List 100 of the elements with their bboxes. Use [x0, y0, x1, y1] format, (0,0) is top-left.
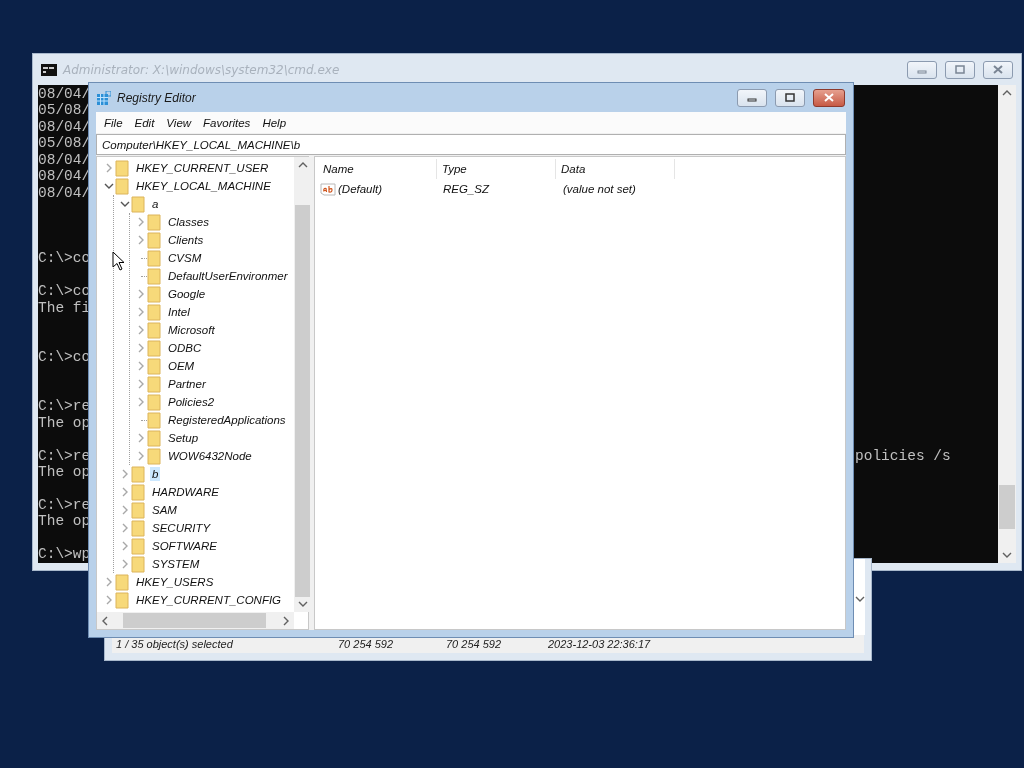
tree-item[interactable]: Setup: [166, 431, 201, 445]
folder-icon: [147, 231, 161, 249]
tree-item[interactable]: HARDWARE: [150, 485, 221, 499]
tree-item[interactable]: SOFTWARE: [150, 539, 219, 553]
folder-icon: [131, 555, 145, 573]
folder-icon: [115, 573, 129, 591]
scroll-down-icon[interactable]: [297, 600, 308, 608]
console-line: 08/04/: [38, 184, 91, 202]
console-line: C:\>re: [38, 496, 91, 514]
folder-icon: [147, 411, 161, 429]
status-text: 70 254 592: [337, 638, 395, 650]
tree-item[interactable]: a: [150, 197, 161, 211]
scrollbar-thumb[interactable]: [999, 485, 1015, 529]
scroll-right-icon[interactable]: [282, 615, 290, 626]
window-title: Registry Editor: [117, 90, 196, 105]
close-button[interactable]: [983, 60, 1013, 79]
folder-icon: [131, 483, 145, 501]
tree-item[interactable]: Microsoft: [166, 323, 217, 337]
console-app-icon: [41, 63, 57, 76]
folder-icon: [131, 519, 145, 537]
folder-icon: [115, 591, 129, 609]
menu-item[interactable]: File: [98, 116, 129, 129]
close-button[interactable]: [813, 88, 845, 107]
folder-icon: [147, 303, 161, 321]
menu-item[interactable]: Edit: [128, 116, 161, 129]
folder-icon: [131, 465, 145, 483]
tree-item[interactable]: CVSM: [166, 251, 204, 265]
column-header[interactable]: Data: [556, 159, 675, 179]
close-icon: [993, 65, 1003, 74]
mouse-pointer-icon: [112, 251, 124, 271]
console-line: C:\>re: [38, 447, 91, 464]
console-line: C:\>re: [38, 398, 91, 415]
tree-item[interactable]: Policies2: [166, 395, 217, 409]
status-text: 1 / 35 object(s) selected: [115, 638, 234, 650]
folder-icon: [147, 321, 161, 339]
minimize-button[interactable]: [737, 88, 767, 107]
menu-item[interactable]: View: [160, 116, 198, 129]
folder-icon: [147, 213, 161, 231]
console-line: 08/04/: [38, 118, 91, 136]
scrollbar-thumb[interactable]: [295, 205, 310, 597]
folder-icon: [131, 195, 145, 213]
tree-item[interactable]: HKEY_CURRENT_USER: [134, 161, 271, 175]
scrollbar[interactable]: [97, 612, 294, 629]
expand-icon[interactable]: [105, 163, 113, 173]
folder-icon: [147, 393, 161, 411]
tree-item[interactable]: OEM: [166, 359, 197, 373]
column-header[interactable]: Type: [437, 159, 556, 179]
scroll-up-icon[interactable]: [1002, 89, 1012, 97]
maximize-button[interactable]: [945, 60, 975, 79]
tree-item[interactable]: ODBC: [166, 341, 204, 355]
column-header[interactable]: Name: [318, 159, 437, 179]
console-line: 05/08/: [38, 135, 91, 152]
tree-item[interactable]: HKEY_LOCAL_MACHINE: [134, 179, 273, 193]
tree-item[interactable]: Intel: [166, 305, 192, 319]
tree-item[interactable]: b: [150, 467, 161, 481]
tree-item[interactable]: DefaultUserEnvironmer: [166, 269, 290, 283]
scrollbar[interactable]: [294, 157, 311, 612]
folder-icon: [147, 357, 161, 375]
status-text: 2023-12-03 22:36:17: [547, 638, 652, 650]
folder-icon: [131, 537, 145, 555]
address-field[interactable]: Computer\HKEY_LOCAL_MACHINE\b: [96, 134, 846, 155]
folder-icon: [115, 177, 129, 195]
status-text: 70 254 592: [445, 638, 503, 650]
value-type: REG_SZ: [443, 183, 489, 195]
menu-item[interactable]: Favorites: [197, 116, 257, 129]
scroll-up-icon[interactable]: [297, 161, 308, 169]
close-icon: [824, 93, 834, 102]
scroll-left-icon[interactable]: [101, 615, 109, 626]
maximize-icon: [955, 65, 965, 74]
folder-icon: [115, 159, 129, 177]
tree-item[interactable]: Partner: [166, 377, 208, 391]
tree-item[interactable]: SECURITY: [150, 521, 213, 535]
console-line: 08/04/: [38, 86, 91, 103]
tree-item[interactable]: Classes: [166, 215, 211, 229]
registry-app-icon: [97, 90, 111, 105]
folder-icon: [147, 375, 161, 393]
folder-icon: [147, 249, 161, 267]
scroll-down-icon[interactable]: [1002, 551, 1012, 559]
tree-item[interactable]: HKEY_CURRENT_CONFIG: [134, 593, 284, 607]
scrollbar-thumb[interactable]: [123, 613, 266, 628]
minimize-button[interactable]: [907, 60, 937, 79]
folder-icon: [147, 285, 161, 303]
tree-item[interactable]: SAM: [150, 503, 179, 517]
tree-item[interactable]: RegisteredApplications: [166, 413, 288, 427]
maximize-icon: [785, 93, 795, 102]
scroll-down-icon[interactable]: [855, 595, 865, 603]
console-line: 05/08/: [38, 102, 91, 119]
scrollbar[interactable]: [998, 85, 1016, 563]
tree-item[interactable]: Clients: [166, 233, 206, 247]
maximize-button[interactable]: [775, 88, 805, 107]
folder-icon: [147, 339, 161, 357]
tree-item[interactable]: SYSTEM: [150, 557, 202, 571]
tree-item[interactable]: Google: [166, 287, 208, 301]
tree-item[interactable]: HKEY_USERS: [134, 575, 216, 589]
folder-icon: [131, 501, 145, 519]
menu-item[interactable]: Help: [256, 116, 293, 129]
value-name: (Default): [338, 183, 383, 195]
folder-icon: [147, 267, 161, 285]
value-data: (value not set): [563, 183, 636, 195]
tree-item[interactable]: WOW6432Node: [166, 449, 254, 463]
